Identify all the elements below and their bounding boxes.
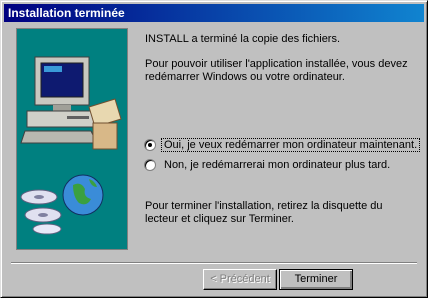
radio-restart-now-label[interactable]: Oui, je veux redémarrer mon ordinateur m… — [160, 138, 421, 152]
radio-restart-now[interactable]: Oui, je veux redémarrer mon ordinateur m… — [144, 138, 421, 152]
finish-instructions-text: Pour terminer l'installation, retirez la… — [145, 200, 383, 225]
radio-restart-later[interactable]: Non, je redémarrerai mon ordinateur plus… — [144, 158, 392, 172]
computer-illustration-icon — [20, 56, 122, 235]
title-bar: Installation terminée — [4, 4, 424, 22]
radio-unchecked-icon[interactable] — [144, 159, 156, 171]
radio-checked-icon[interactable] — [144, 139, 156, 151]
restart-notice-text: Pour pouvoir utiliser l'application inst… — [145, 58, 408, 83]
install-complete-dialog: Installation terminée INSTALL a terminé … — [0, 0, 428, 298]
back-button[interactable]: < Précédent — [203, 269, 277, 290]
copy-complete-text: INSTALL a terminé la copie des fichiers. — [145, 33, 341, 45]
finish-button[interactable]: Terminer — [279, 269, 353, 290]
setup-illustration — [16, 28, 128, 250]
radio-restart-later-label[interactable]: Non, je redémarrerai mon ordinateur plus… — [162, 159, 392, 171]
separator — [11, 262, 417, 264]
